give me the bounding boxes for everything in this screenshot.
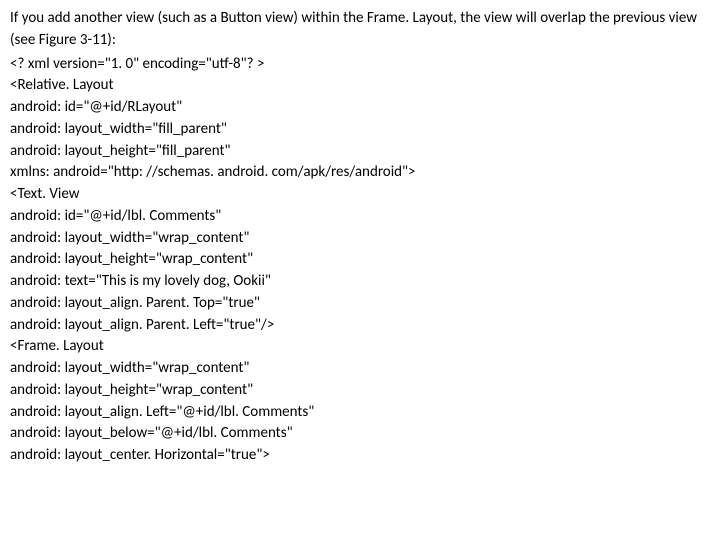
code-line: android: text="This is my lovely dog, Oo… [10, 271, 710, 293]
code-line: android: layout_align. Parent. Top="true… [10, 293, 710, 315]
code-line: android: layout_height="fill_parent" [10, 141, 710, 163]
code-line: <Text. View [10, 184, 710, 206]
code-line: android: layout_height="wrap_content" [10, 249, 710, 271]
code-line: xmlns: android="http: //schemas. android… [10, 162, 710, 184]
code-line: <Frame. Layout [10, 336, 710, 358]
code-block: <? xml version="1. 0" encoding="utf-8"? … [10, 54, 710, 467]
code-line: android: id="@+id/RLayout" [10, 97, 710, 119]
code-line: android: id="@+id/lbl. Comments" [10, 206, 710, 228]
code-line: android: layout_align. Parent. Left="tru… [10, 315, 710, 337]
code-line: <Relative. Layout [10, 75, 710, 97]
intro-text: If you add another view (such as a Butto… [10, 8, 710, 52]
code-line: android: layout_below="@+id/lbl. Comment… [10, 423, 710, 445]
code-line: android: layout_width="wrap_content" [10, 228, 710, 250]
code-line: android: layout_width="wrap_content" [10, 358, 710, 380]
code-line: <? xml version="1. 0" encoding="utf-8"? … [10, 54, 710, 76]
code-line: android: layout_align. Left="@+id/lbl. C… [10, 402, 710, 424]
code-line: android: layout_width="fill_parent" [10, 119, 710, 141]
code-line: android: layout_center. Horizontal="true… [10, 445, 710, 467]
code-line: android: layout_height="wrap_content" [10, 380, 710, 402]
